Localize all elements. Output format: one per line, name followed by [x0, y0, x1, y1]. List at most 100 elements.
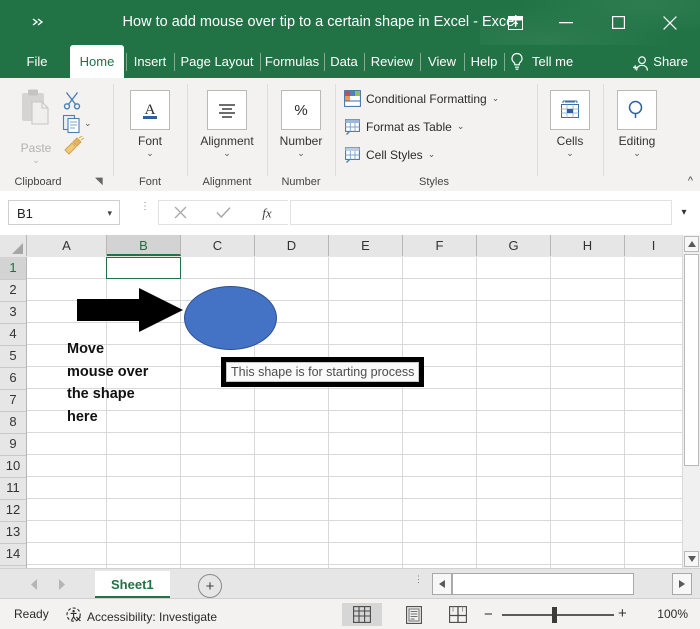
tab-data[interactable]: Data — [325, 45, 363, 78]
column-header-H[interactable]: H — [551, 235, 625, 256]
column-header-A[interactable]: A — [27, 235, 107, 256]
row-header-5[interactable]: 5 — [0, 345, 26, 368]
cell-styles-button[interactable]: Cell Styles ⌄ — [344, 146, 435, 163]
row-header-10[interactable]: 10 — [0, 455, 26, 478]
tab-home[interactable]: Home — [70, 45, 124, 78]
ribbon-display-options-icon[interactable] — [497, 9, 533, 36]
format-as-table-button[interactable]: Format as Table ⌄ — [344, 118, 464, 135]
vertical-scrollbar[interactable] — [682, 235, 700, 568]
tab-insert[interactable]: Insert — [127, 45, 173, 78]
horizontal-scrollbar-thumb[interactable] — [452, 573, 634, 595]
next-sheet-icon[interactable] — [52, 576, 70, 592]
page-layout-view-button[interactable] — [394, 603, 434, 626]
column-header-G[interactable]: G — [477, 235, 551, 256]
oval-shape[interactable] — [184, 286, 277, 350]
accessibility-icon — [66, 607, 82, 626]
horizontal-scrollbar[interactable] — [432, 573, 692, 595]
editing-chevron-down-icon[interactable]: ⌄ — [606, 149, 668, 158]
cut-button[interactable] — [62, 90, 82, 115]
scroll-left-icon[interactable] — [432, 573, 452, 595]
cell-styles-chevron-down-icon[interactable]: ⌄ — [428, 149, 436, 160]
close-icon[interactable] — [652, 9, 688, 36]
tab-formulas[interactable]: Formulas — [261, 45, 323, 78]
scroll-up-icon[interactable] — [684, 236, 699, 252]
number-chevron-down-icon[interactable]: ⌄ — [270, 149, 332, 158]
conditional-formatting-button[interactable]: Conditional Formatting ⌄ — [344, 90, 499, 107]
tell-me-box[interactable]: Tell me — [532, 45, 573, 78]
row-header-1[interactable]: 1 — [0, 257, 26, 280]
cells-button[interactable]: Cells ⌄ — [539, 90, 601, 158]
tab-help[interactable]: Help — [465, 45, 503, 78]
column-header-F[interactable]: F — [403, 235, 477, 256]
row-header-12[interactable]: 12 — [0, 499, 26, 522]
selected-cell-B1[interactable] — [106, 257, 181, 279]
cells-chevron-down-icon[interactable]: ⌄ — [539, 149, 601, 158]
formula-bar-drag-handle[interactable]: ⋮ — [140, 202, 150, 220]
alignment-button[interactable]: Alignment ⌄ — [196, 90, 258, 158]
zoom-slider-track[interactable] — [502, 614, 614, 616]
copy-chevron-down-icon[interactable]: ⌄ — [84, 118, 92, 129]
format-as-table-chevron-down-icon[interactable]: ⌄ — [457, 121, 465, 132]
format-painter-button[interactable] — [62, 135, 85, 161]
zoom-level-label[interactable]: 100% — [657, 607, 688, 621]
sheet-tab-sheet1[interactable]: Sheet1 — [95, 571, 170, 598]
editing-label: Editing — [618, 134, 656, 148]
enter-formula-icon[interactable] — [202, 201, 245, 224]
row-header-4[interactable]: 4 — [0, 323, 26, 346]
alignment-chevron-down-icon[interactable]: ⌄ — [196, 149, 258, 158]
row-header-13[interactable]: 13 — [0, 521, 26, 544]
vertical-scrollbar-thumb[interactable] — [684, 254, 699, 466]
row-header-3[interactable]: 3 — [0, 301, 26, 324]
tab-page-layout[interactable]: Page Layout — [175, 45, 259, 78]
column-header-B[interactable]: B — [107, 235, 181, 256]
font-button[interactable]: A Font ⌄ — [119, 90, 181, 158]
column-header-D[interactable]: D — [255, 235, 329, 256]
collapse-ribbon-icon[interactable]: ^ — [688, 175, 693, 187]
expand-formula-bar-chevron-down-icon[interactable]: ▾ — [676, 200, 692, 225]
page-break-preview-button[interactable] — [438, 603, 478, 626]
column-header-I[interactable]: I — [625, 235, 683, 256]
restore-icon[interactable] — [600, 9, 636, 36]
cell-grid[interactable]: Move mouse over the shape here This shap… — [27, 257, 683, 568]
cancel-formula-icon[interactable] — [159, 201, 202, 224]
row-header-9[interactable]: 9 — [0, 433, 26, 456]
name-box-chevron-down-icon[interactable]: ▾ — [107, 201, 112, 226]
scroll-down-icon[interactable] — [684, 551, 699, 567]
zoom-slider-thumb[interactable] — [552, 607, 557, 623]
row-header-8[interactable]: 8 — [0, 411, 26, 434]
column-header-C[interactable]: C — [181, 235, 255, 256]
number-button[interactable]: % Number ⌄ — [270, 90, 332, 158]
row-header-7[interactable]: 7 — [0, 389, 26, 412]
normal-view-button[interactable] — [342, 603, 382, 626]
minimize-icon[interactable] — [548, 9, 584, 36]
row-header-14[interactable]: 14 — [0, 543, 26, 566]
conditional-formatting-chevron-down-icon[interactable]: ⌄ — [492, 93, 500, 104]
tab-view[interactable]: View — [421, 45, 463, 78]
accessibility-status[interactable]: Accessibility: Investigate — [66, 607, 217, 626]
select-all-button[interactable] — [0, 235, 27, 256]
add-sheet-button[interactable]: + — [198, 574, 222, 598]
insert-function-icon[interactable]: fx — [245, 201, 288, 224]
scroll-right-icon[interactable] — [672, 573, 692, 595]
previous-sheet-icon[interactable] — [25, 576, 43, 592]
clipboard-dialog-launcher-icon[interactable]: ◥ — [95, 176, 103, 187]
font-chevron-down-icon[interactable]: ⌄ — [119, 149, 181, 158]
paste-chevron-down-icon[interactable]: ⌄ — [8, 156, 64, 165]
ribbon-group-alignment: Alignment ⌄ Alignment — [188, 78, 266, 191]
tab-split-handle[interactable]: ⋮ — [414, 575, 423, 584]
share-button[interactable]: Share — [633, 45, 688, 78]
tell-me-lightbulb-icon[interactable] — [508, 52, 526, 71]
tab-file[interactable]: File — [14, 45, 60, 78]
paste-button[interactable]: Paste ⌄ — [8, 88, 64, 165]
column-header-E[interactable]: E — [329, 235, 403, 256]
zoom-in-button[interactable]: + — [618, 606, 627, 621]
row-header-11[interactable]: 11 — [0, 477, 26, 500]
zoom-out-button[interactable]: − — [484, 607, 493, 622]
row-header-2[interactable]: 2 — [0, 279, 26, 302]
formula-input[interactable] — [290, 200, 672, 225]
tab-review[interactable]: Review — [365, 45, 419, 78]
status-mode: Ready — [14, 607, 49, 621]
name-box[interactable]: B1 ▾ — [8, 200, 120, 225]
row-header-6[interactable]: 6 — [0, 367, 26, 390]
editing-button[interactable]: Editing ⌄ — [606, 90, 668, 158]
